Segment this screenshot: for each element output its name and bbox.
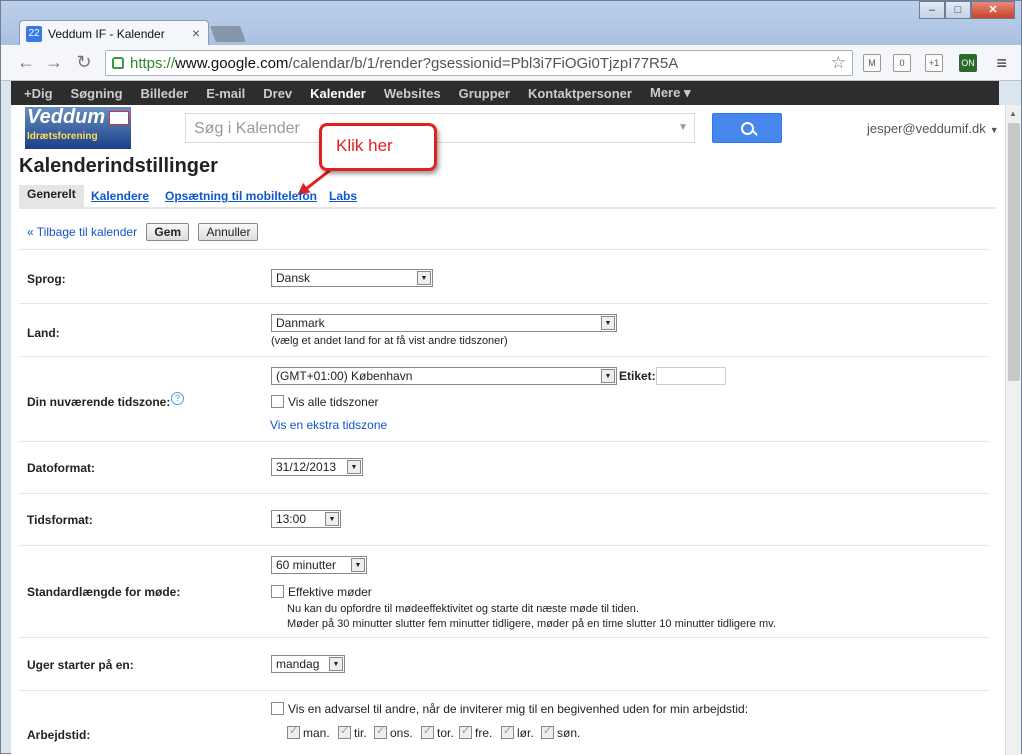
week-start-row: Uger starter på en: mandag ▼ [19,637,989,690]
bookmark-star-icon[interactable]: ☆ [831,53,846,73]
timezone-label-input[interactable] [656,367,726,385]
day-checkbox-tue[interactable] [338,724,351,739]
help-icon[interactable]: ? [171,392,184,405]
effective-meetings-checkbox[interactable] [271,585,284,598]
language-select[interactable]: Dansk ▼ [271,269,433,287]
country-select[interactable]: Danmark ▼ [271,314,617,332]
timezone-select[interactable]: (GMT+01:00) København ▼ [271,367,617,385]
user-account[interactable]: jesper@veddumif.dk ▼ [867,121,999,136]
extra-timezone-link[interactable]: Vis en ekstra tidszone [270,418,387,432]
browser-toolbar: ← → ↻ https://www.google.com/calendar/b/… [1,45,1021,81]
save-button[interactable]: Gem [146,223,190,241]
tab-calendars[interactable]: Kalendere [91,189,149,203]
gbar-item[interactable]: Søgning [71,86,123,101]
day-checkbox-mon[interactable] [287,724,300,739]
gbar-item[interactable]: Billeder [141,86,189,101]
country-row: Land: Danmark ▼ (vælg et andet land for a… [19,303,989,356]
gbar-item[interactable]: Drev [263,86,292,101]
gbar-item[interactable]: Kalender [310,86,366,101]
google-bar: +Dig Søgning Billeder E-mail Drev Kalender Web… [11,81,999,105]
cancel-button[interactable]: Annuller [198,223,259,241]
language-row: Sprog: Dansk ▼ [19,249,989,303]
day-checkbox-fri[interactable] [459,724,472,739]
address-bar[interactable]: https://www.google.com/calendar/b/1/rend… [105,50,853,76]
forward-arrow-icon[interactable]: → [43,52,65,73]
action-row: « Tilbage til kalender Gem Annuller [27,223,259,241]
tab-strip: 22 Veddum IF - Kalender × – □ ✕ [1,1,1021,46]
meeting-length-row: Standardlængde for møde: 60 minutter ▼ Ef… [19,545,989,637]
gbar-item[interactable]: +Dig [24,86,53,101]
meeting-length-select[interactable]: 60 minutter ▼ [271,556,367,574]
minimize-button[interactable]: – [919,1,945,19]
settings-tabs: Generelt Kalendere Opsætning til mobilte… [19,185,995,209]
vertical-scrollbar[interactable]: ▲ [1005,105,1021,755]
tab-mobile-setup[interactable]: Opsætning til mobiltelefon [165,189,317,203]
back-to-calendar-link[interactable]: « Tilbage til kalender [27,225,137,239]
plus-one-extension-icon[interactable]: +1 [925,54,943,72]
date-format-row: Datoformat: 31/12/2013 ▼ [19,441,989,493]
close-tab-icon[interactable]: × [192,25,200,41]
time-format-select[interactable]: 13:00 ▼ [271,510,341,528]
chevron-down-icon[interactable]: ▼ [678,122,688,133]
new-tab-button[interactable] [210,26,246,42]
work-hours-warning-checkbox[interactable] [271,702,284,715]
calendar-settings-page: Veddum Idrætsforening Søg i Kalender ▼ jes… [11,105,1005,755]
tab-labs[interactable]: Labs [329,189,357,203]
timezone-row: Din nuværende tidszone: ? (GMT+01:00) Kø… [19,356,989,441]
window-controls: – □ ✕ [919,1,1015,21]
page-title: Kalenderindstillinger [19,155,218,177]
day-checkbox-sat[interactable] [501,724,514,739]
date-format-select[interactable]: 31/12/2013 ▼ [271,458,363,476]
reload-icon[interactable]: ↻ [73,52,95,73]
search-input[interactable]: Søg i Kalender ▼ [185,113,695,143]
browser-menu-icon[interactable]: ≡ [996,53,1007,74]
tab-general[interactable]: Generelt [19,185,84,207]
scroll-up-icon[interactable]: ▲ [1009,109,1017,118]
gbar-item[interactable]: Websites [384,86,441,101]
maximize-button[interactable]: □ [945,1,971,19]
on-extension-icon[interactable]: ON [959,54,977,72]
time-format-row: Tidsformat: 13:00 ▼ [19,493,989,545]
gbar-item[interactable]: E-mail [206,86,245,101]
back-arrow-icon[interactable]: ← [15,52,37,73]
browser-tab[interactable]: 22 Veddum IF - Kalender × [19,20,209,46]
annotation-callout: Klik her [319,123,437,171]
scrollbar-thumb[interactable] [1008,123,1020,381]
show-all-timezones-checkbox[interactable] [271,395,284,408]
day-checkbox-thu[interactable] [421,724,434,739]
work-hours-row: Arbejdstid: Vis en advarsel til andre, n… [19,690,989,755]
gmail-extension-icon[interactable]: M [863,54,881,72]
gbar-item[interactable]: Grupper [459,86,510,101]
calendar-favicon-icon: 22 [26,26,42,42]
close-window-button[interactable]: ✕ [971,1,1015,19]
gbar-item[interactable]: Kontaktpersoner [528,86,632,101]
week-start-select[interactable]: mandag ▼ [271,655,345,673]
lock-icon [112,57,124,69]
gbar-item[interactable]: Mere ▾ [650,85,691,101]
mail-icon [109,111,129,125]
url-text: https://www.google.com/calendar/b/1/rend… [130,55,679,72]
counter-extension-icon[interactable]: 0 [893,54,911,72]
day-checkbox-sun[interactable] [541,724,554,739]
country-hint: (vælg et andet land for at få vist andre… [271,335,508,347]
logo: Veddum Idrætsforening [25,107,131,149]
browser-window: 22 Veddum IF - Kalender × – □ ✕ ← → ↻ ht… [0,0,1022,755]
search-button[interactable] [712,113,782,143]
tab-title: Veddum IF - Kalender [48,27,165,41]
day-checkbox-wed[interactable] [374,724,387,739]
